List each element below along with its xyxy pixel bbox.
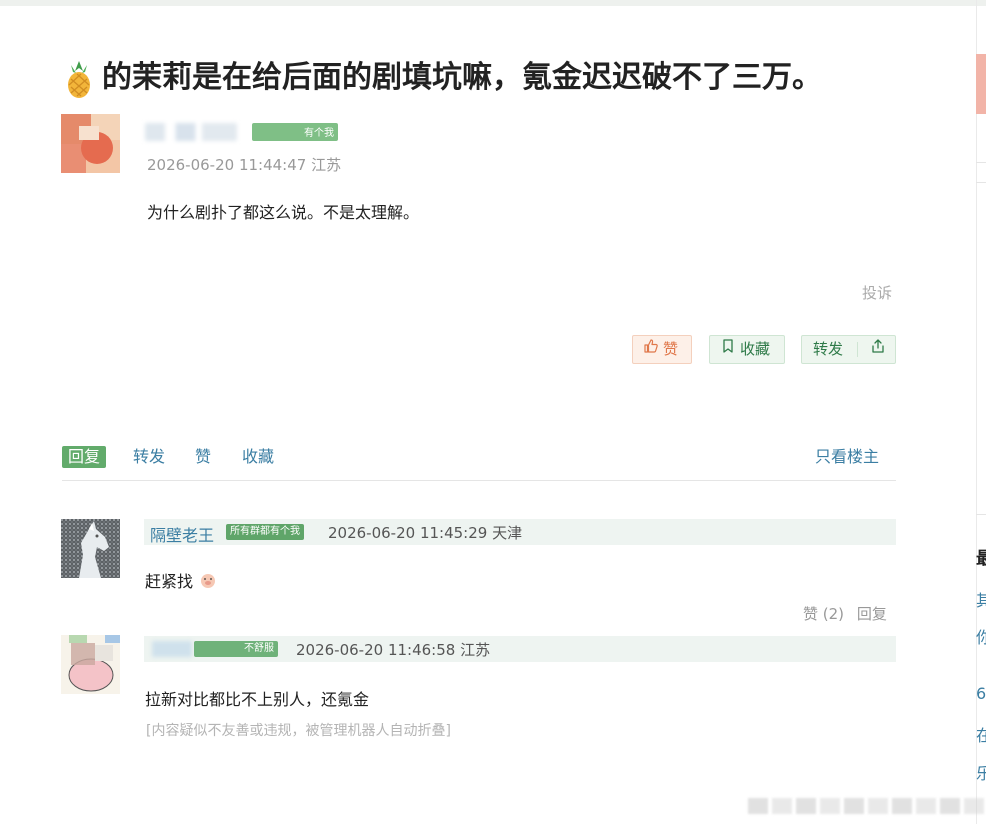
bookmark-icon [720,336,736,363]
sidebar-divider [976,514,986,515]
tab-reply[interactable]: 回复 [62,446,107,468]
reply-badge: 所有群都有个我 [226,524,304,540]
reply-body: 拉新对比都比不上别人，还氪金 [145,690,370,709]
upload-share-icon[interactable] [870,336,886,363]
report-link[interactable]: 投诉 [862,282,892,303]
sidebar-item[interactable]: 你 [976,624,986,648]
top-bar [0,0,986,6]
reply-username-redacted[interactable] [152,641,192,657]
op-badge: 有个我 [252,123,338,141]
share-divider [857,342,859,357]
sidebar-item[interactable]: 在 [976,722,986,746]
reply-badge: 不舒服 [194,641,278,657]
reply-body: 赶紧找 [145,568,216,593]
post-time-location: 2026-06-20 11:44:47 江苏 [147,156,342,174]
sidebar-item[interactable]: 乐 [976,760,986,784]
tab-favorite[interactable]: 收藏 [242,446,274,468]
sidebar-heading: 最 [976,549,986,569]
reply-avatar[interactable] [61,635,120,694]
folded-notice: [内容疑似不友善或违规，被管理机器人自动折叠] [146,723,451,739]
reply-header: 隔壁老王 所有群都有个我 2026-06-20 11:45:29 天津 [144,519,896,545]
watermark-redacted [748,794,986,818]
reply-tabs: 回复 转发 赞 收藏 只看楼主 [62,446,896,470]
reply-reply-link[interactable]: 回复 [857,605,887,623]
sidebar-item[interactable]: 其 [976,587,986,611]
reply-like-link[interactable]: 赞 (2) [803,605,844,623]
divider [62,480,896,481]
post-body: 为什么剧扑了都这么说。不是太理解。 [147,203,420,222]
pineapple-icon [62,59,96,99]
reply-header: 不舒服 2026-06-20 11:46:58 江苏 [144,636,896,662]
only-op-link[interactable]: 只看楼主 [815,446,879,468]
reply-actions: 赞 (2) 回复 [803,603,887,624]
post-title-text: 的茉莉是在给后面的剧填坑嘛，氪金迟迟破不了三万。 [102,60,822,95]
sidebar-thumbnail[interactable] [976,54,986,114]
reply-avatar[interactable] [61,519,120,578]
post-title: 的茉莉是在给后面的剧填坑嘛，氪金迟迟破不了三万。 [62,54,942,102]
pig-face-emoji-icon [200,573,216,593]
favorite-button[interactable]: 收藏 [709,335,785,364]
share-button[interactable]: 转发 [801,335,896,364]
like-button[interactable]: 赞 [632,335,692,364]
reply-username[interactable]: 隔壁老王 [150,522,214,546]
tab-like[interactable]: 赞 [195,446,211,468]
op-username-redacted[interactable] [145,123,237,141]
reply-time-location: 2026-06-20 11:45:29 天津 [328,524,523,542]
op-avatar[interactable] [61,114,120,173]
tab-share[interactable]: 转发 [133,446,165,468]
sidebar-item[interactable]: 6 [976,684,986,703]
sidebar-divider [976,162,986,163]
share-label: 转发 [813,340,844,358]
like-label: 赞 [663,340,679,358]
favorite-label: 收藏 [740,340,771,358]
thumbs-up-icon [643,336,659,363]
reply-time-location: 2026-06-20 11:46:58 江苏 [296,641,491,659]
sidebar-divider [976,182,986,183]
